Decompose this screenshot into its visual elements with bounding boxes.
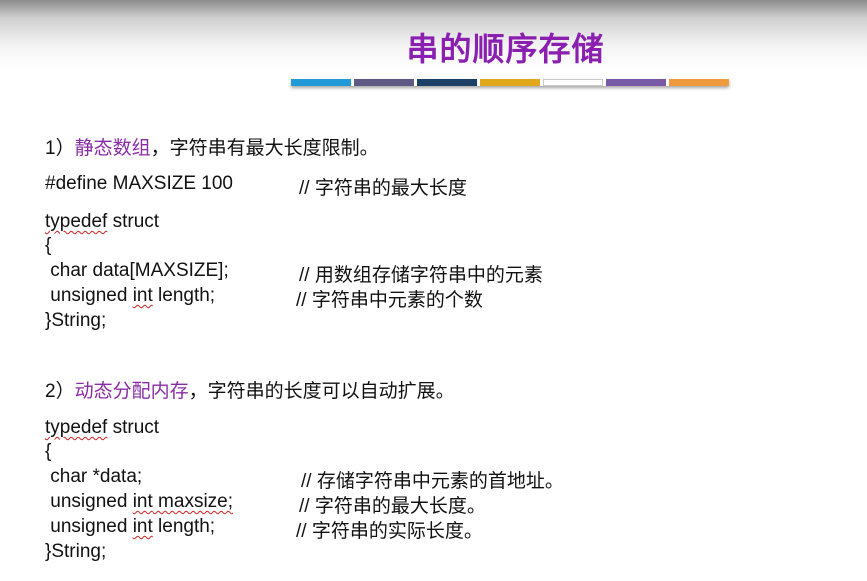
field-prefix: unsigned	[45, 491, 133, 512]
close-brace-1: }String;	[45, 310, 107, 331]
int-keyword: int	[132, 516, 153, 537]
dynamic-field-length: unsigned int length;	[45, 516, 215, 538]
dynamic-field-data-comment: // 存储字符串中元素的首地址。	[301, 471, 564, 492]
static-field-length: unsigned int length;	[45, 285, 215, 307]
field-name: length;	[152, 285, 216, 306]
dynamic-field-length-comment: // 字符串的实际长度。	[296, 521, 483, 542]
section1-heading: 1）静态数组，字符串有最大长度限制。	[45, 133, 379, 160]
dynamic-field-data: char *data;	[45, 466, 143, 487]
field-prefix: unsigned	[45, 285, 133, 306]
slide: 串的顺序存储 1）静态数组，字符串有最大长度限制。 #define MAXSIZ…	[0, 0, 867, 581]
define-comment: // 字符串的最大长度	[299, 178, 467, 199]
color-segment-6	[606, 79, 666, 86]
static-field-data: char data[MAXSIZE];	[45, 260, 229, 281]
dynamic-field-maxsize: unsigned int maxsize;	[45, 491, 233, 513]
typedef-line-1: typedef struct	[45, 211, 159, 233]
typedef-keyword: typedef	[45, 211, 108, 232]
static-field-length-comment: // 字符串中元素的个数	[296, 290, 483, 311]
field-prefix: unsigned	[45, 516, 133, 537]
open-brace-2: {	[45, 441, 52, 462]
static-field-data-comment: // 用数组存储字符串中的元素	[299, 265, 543, 286]
color-segment-2	[354, 79, 414, 86]
section1-keyword: 静态数组	[74, 138, 151, 159]
field-name: maxsize;	[152, 491, 234, 512]
dynamic-field-maxsize-comment: // 字符串的最大长度。	[299, 496, 486, 517]
section2-rest: ，字符串的长度可以自动扩展。	[188, 381, 455, 402]
typedef-keyword: typedef	[45, 417, 108, 438]
int-keyword: int	[132, 491, 153, 512]
struct-keyword: struct	[112, 211, 160, 232]
section2-heading: 2）动态分配内存，字符串的长度可以自动扩展。	[45, 376, 455, 403]
color-segment-5	[543, 79, 603, 86]
title-color-bar	[291, 79, 729, 86]
open-brace-1: {	[45, 235, 52, 256]
color-segment-7	[669, 79, 729, 86]
typedef-line-2: typedef struct	[45, 417, 159, 439]
color-segment-4	[480, 79, 540, 86]
section1-number: 1）	[45, 138, 75, 159]
int-keyword: int	[132, 285, 153, 306]
slide-title: 串的顺序存储	[406, 30, 605, 68]
color-segment-3	[417, 79, 477, 86]
section2-keyword: 动态分配内存	[74, 381, 189, 402]
field-name: length;	[152, 516, 216, 537]
define-code: #define MAXSIZE 100	[45, 173, 233, 194]
define-line: #define MAXSIZE 100	[45, 173, 233, 195]
close-brace-2: }String;	[45, 541, 107, 562]
color-segment-1	[291, 79, 351, 86]
struct-keyword: struct	[112, 417, 160, 438]
section2-number: 2）	[45, 381, 75, 402]
section1-rest: ，字符串有最大长度限制。	[150, 138, 379, 159]
